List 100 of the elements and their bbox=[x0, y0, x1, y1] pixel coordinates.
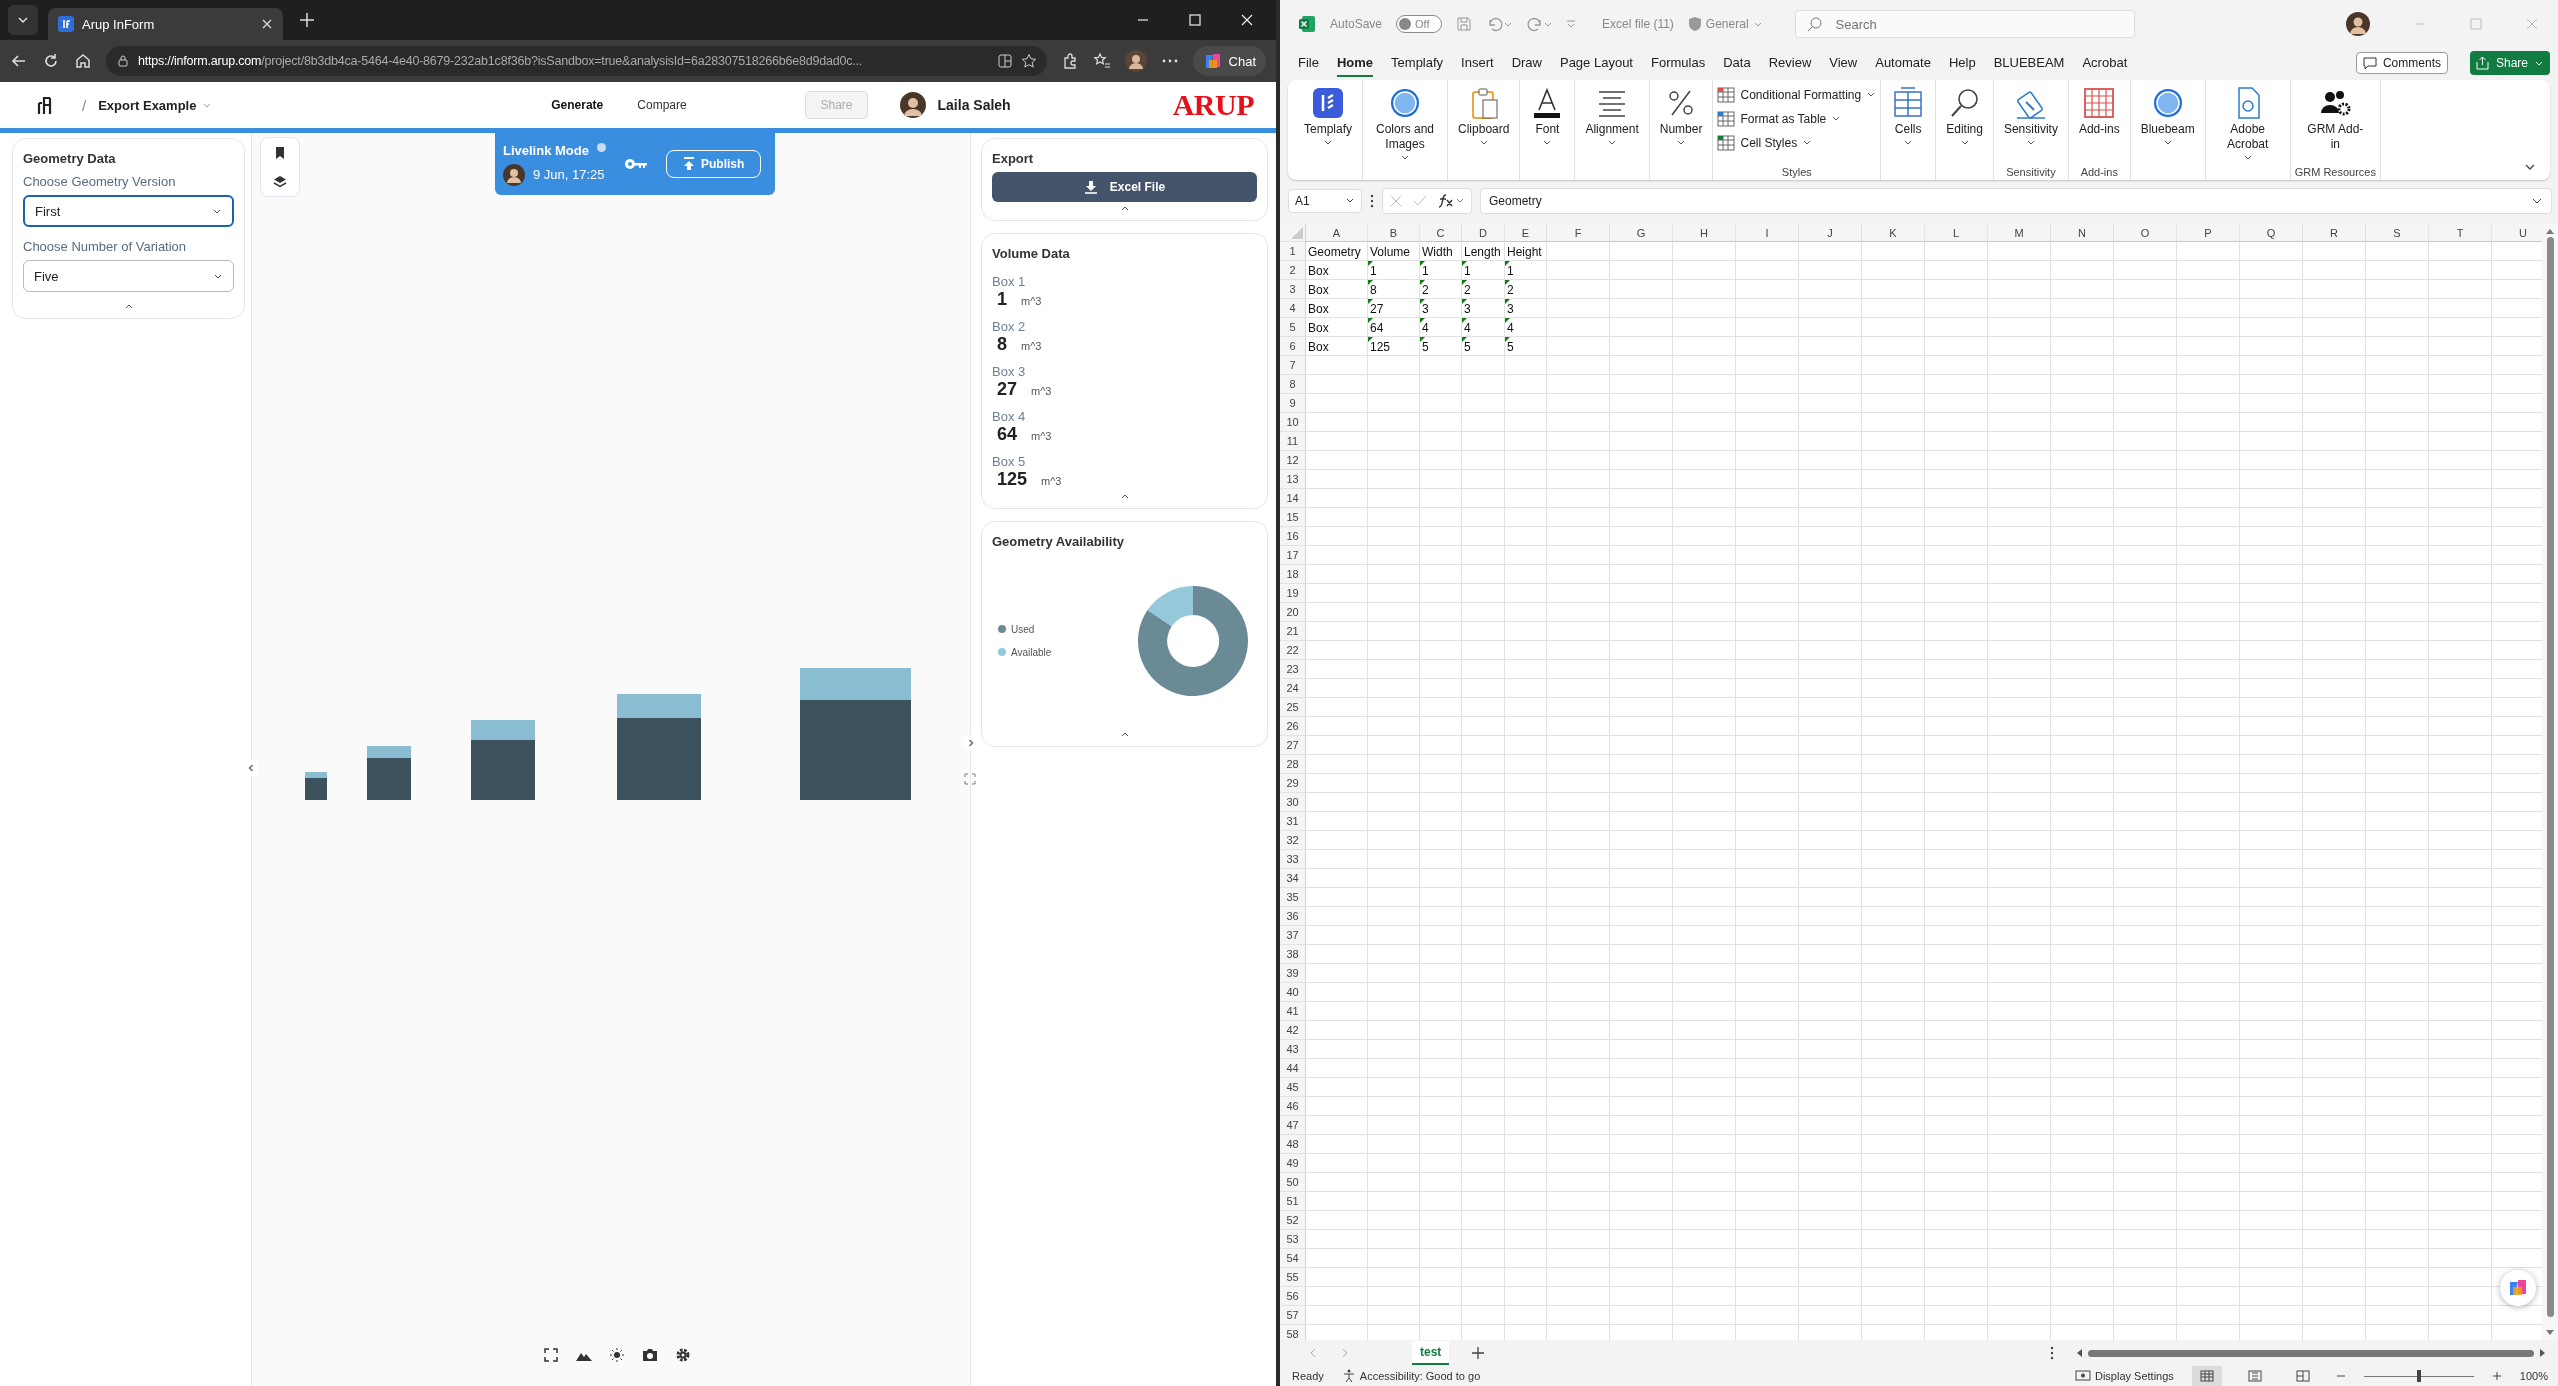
row-header[interactable]: 2 bbox=[1280, 261, 1306, 280]
error-indicator-icon[interactable] bbox=[1505, 337, 1510, 342]
more-icon[interactable] bbox=[1370, 194, 1374, 208]
row-header[interactable]: 5 bbox=[1280, 318, 1306, 337]
redo-icon[interactable] bbox=[1526, 16, 1553, 32]
row-header[interactable]: 42 bbox=[1280, 1021, 1306, 1040]
scroll-right-icon[interactable] bbox=[2540, 1349, 2546, 1357]
ribbon-button[interactable]: Colors and Images bbox=[1367, 84, 1444, 164]
expand-ribbon-icon[interactable] bbox=[2524, 162, 2536, 172]
row-header[interactable]: 14 bbox=[1280, 489, 1306, 508]
page-break-view-icon[interactable] bbox=[2295, 1370, 2310, 1382]
row-header[interactable]: 45 bbox=[1280, 1078, 1306, 1097]
column-header[interactable]: G bbox=[1610, 224, 1673, 242]
row-header[interactable]: 57 bbox=[1280, 1306, 1306, 1325]
column-header[interactable]: A bbox=[1306, 224, 1368, 242]
row-header[interactable]: 18 bbox=[1280, 565, 1306, 584]
settings-icon[interactable] bbox=[676, 1348, 690, 1362]
error-indicator-icon[interactable] bbox=[1420, 280, 1425, 285]
column-header[interactable]: N bbox=[2051, 224, 2114, 242]
layers-icon[interactable] bbox=[273, 174, 287, 189]
ribbon-tab[interactable]: Home bbox=[1336, 49, 1374, 77]
column-header[interactable]: T bbox=[2429, 224, 2492, 242]
star-icon[interactable] bbox=[1020, 53, 1037, 69]
tab-list-button[interactable] bbox=[8, 5, 38, 35]
error-indicator-icon[interactable] bbox=[1505, 280, 1510, 285]
split-screen-icon[interactable] bbox=[996, 53, 1013, 69]
row-header[interactable]: 48 bbox=[1280, 1135, 1306, 1154]
row-header[interactable]: 21 bbox=[1280, 622, 1306, 641]
error-indicator-icon[interactable] bbox=[1420, 299, 1425, 304]
row-header[interactable]: 15 bbox=[1280, 508, 1306, 527]
error-indicator-icon[interactable] bbox=[1420, 337, 1425, 342]
row-header[interactable]: 33 bbox=[1280, 850, 1306, 869]
lock-icon[interactable] bbox=[116, 54, 130, 68]
home-icon[interactable] bbox=[74, 52, 92, 70]
caret-icon[interactable] bbox=[2531, 196, 2543, 206]
zoom-level[interactable]: 100% bbox=[2519, 1370, 2548, 1382]
caret-icon[interactable] bbox=[1903, 139, 1914, 147]
table-style-icon[interactable] bbox=[1717, 110, 1736, 127]
row-header[interactable]: 10 bbox=[1280, 413, 1306, 432]
project-dropdown[interactable]: Export Example bbox=[98, 97, 213, 113]
add-sheet-icon[interactable] bbox=[1471, 1346, 1486, 1360]
row-header[interactable]: 32 bbox=[1280, 831, 1306, 850]
error-indicator-icon[interactable] bbox=[1368, 261, 1373, 266]
customize-icon[interactable] bbox=[1566, 18, 1577, 30]
close-icon[interactable] bbox=[261, 18, 273, 30]
collapse-icon[interactable] bbox=[1119, 492, 1130, 500]
ribbon-button[interactable]: Sensitivity bbox=[1997, 84, 2064, 149]
row-header[interactable]: 52 bbox=[1280, 1211, 1306, 1230]
error-indicator-icon[interactable] bbox=[1462, 261, 1467, 266]
ribbon-tab[interactable]: Page Layout bbox=[1559, 49, 1633, 77]
ribbon-tab[interactable]: Review bbox=[1768, 49, 1812, 77]
bookmark-icon[interactable] bbox=[274, 145, 286, 160]
horizontal-scrollbar[interactable] bbox=[2076, 1349, 2546, 1357]
error-indicator-icon[interactable] bbox=[1462, 337, 1467, 342]
scroll-up-icon[interactable] bbox=[2546, 228, 2554, 234]
column-header[interactable]: Q bbox=[2240, 224, 2303, 242]
row-header[interactable]: 7 bbox=[1280, 356, 1306, 375]
ribbon-tab[interactable]: Help bbox=[1948, 49, 1976, 77]
row-header[interactable]: 6 bbox=[1280, 337, 1306, 356]
row-header[interactable]: 9 bbox=[1280, 394, 1306, 413]
row-header[interactable]: 20 bbox=[1280, 603, 1306, 622]
caret-icon[interactable] bbox=[1959, 139, 1970, 147]
column-header[interactable]: O bbox=[2114, 224, 2177, 242]
camera-icon[interactable] bbox=[642, 1348, 658, 1362]
zoom-in-icon[interactable] bbox=[2491, 1371, 2502, 1381]
caret-icon[interactable] bbox=[1400, 154, 1411, 162]
vertical-scrollbar[interactable] bbox=[2542, 224, 2558, 1340]
excel-file-button[interactable]: Excel File bbox=[992, 172, 1257, 202]
ribbon-button[interactable]: Number bbox=[1653, 84, 1709, 149]
collapse-icon[interactable] bbox=[1119, 204, 1130, 212]
caret-icon[interactable] bbox=[1478, 139, 1489, 147]
caret-icon[interactable] bbox=[1323, 139, 1333, 147]
ribbon-tab[interactable]: BLUEBEAM bbox=[1993, 49, 2065, 77]
ribbon-button[interactable]: Templafy bbox=[1298, 84, 1359, 149]
grid-icon[interactable] bbox=[2082, 86, 2117, 120]
shield-icon[interactable] bbox=[1687, 16, 1702, 32]
column-header[interactable]: D bbox=[1462, 224, 1505, 242]
search-field[interactable]: Search bbox=[1794, 10, 2135, 38]
select-field[interactable]: First bbox=[23, 195, 234, 227]
error-indicator-icon[interactable] bbox=[1368, 280, 1373, 285]
column-header[interactable]: J bbox=[1799, 224, 1862, 242]
key-icon[interactable] bbox=[623, 157, 648, 171]
ribbon-button[interactable]: Cell Styles bbox=[1717, 132, 1813, 153]
row-header[interactable]: 25 bbox=[1280, 698, 1306, 717]
accessibility-button[interactable]: Accessibility: Good to go bbox=[1341, 1369, 1481, 1383]
column-header[interactable]: H bbox=[1673, 224, 1736, 242]
column-header[interactable]: E bbox=[1505, 224, 1547, 242]
row-header[interactable]: 30 bbox=[1280, 793, 1306, 812]
download-icon[interactable] bbox=[1083, 180, 1098, 194]
caret-icon[interactable] bbox=[1345, 197, 1355, 205]
app-tile-icon[interactable] bbox=[1311, 86, 1345, 120]
table-style-icon[interactable] bbox=[1717, 134, 1736, 151]
ribbon-tab[interactable]: Draw bbox=[1511, 49, 1542, 77]
ribbon-button[interactable]: Add-ins bbox=[2072, 84, 2126, 139]
caret-icon[interactable] bbox=[2162, 139, 2173, 147]
caret-icon[interactable] bbox=[1676, 139, 1687, 147]
table-style-icon[interactable] bbox=[1717, 86, 1736, 103]
new-tab-icon[interactable] bbox=[299, 12, 315, 28]
row-header[interactable]: 27 bbox=[1280, 736, 1306, 755]
view-button[interactable] bbox=[2191, 1366, 2222, 1386]
